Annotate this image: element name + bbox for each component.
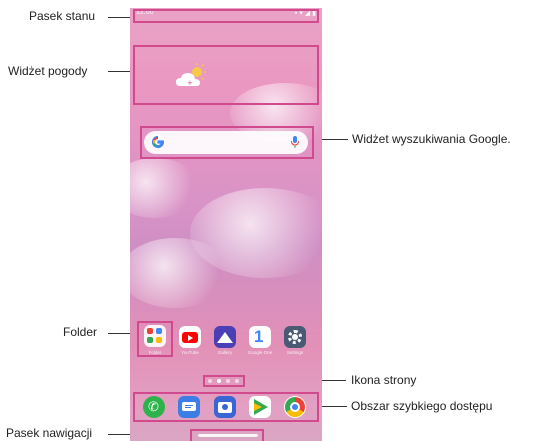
- wallpaper-cloud: [130, 158, 200, 218]
- status-bar-label: Pasek stanu: [29, 9, 96, 23]
- google-search-widget-label: Widżet wyszukiwania Google.: [352, 132, 511, 146]
- status-bar-highlight: [133, 9, 319, 23]
- navigation-bar-label: Pasek nawigacji: [6, 426, 93, 440]
- page-indicator[interactable]: [208, 379, 242, 383]
- page-dot[interactable]: [208, 379, 212, 383]
- messages-icon[interactable]: [178, 396, 200, 418]
- quick-access-area-leader: [320, 406, 347, 407]
- gallery-icon[interactable]: [214, 326, 236, 348]
- page-dot[interactable]: [235, 379, 239, 383]
- weather-widget[interactable]: [133, 45, 319, 105]
- quick-access-area-label: Obszar szybkiego dostępu: [351, 399, 493, 413]
- google-one-icon[interactable]: 1: [249, 326, 271, 348]
- camera-icon[interactable]: [214, 396, 236, 418]
- phone-icon[interactable]: ✆: [143, 396, 165, 418]
- page-dot[interactable]: [226, 379, 230, 383]
- folder-label: Folder: [63, 325, 98, 339]
- google-search-bar[interactable]: [144, 131, 308, 154]
- phone-home-screen: 12:00 ▪ ▾ ◢ ▮ + Folder YouTube Gallery 1…: [130, 8, 322, 441]
- weather-widget-label: Widżet pogody: [8, 64, 88, 78]
- folder-icon[interactable]: [144, 325, 166, 347]
- app-label-google-one: Google One: [247, 350, 273, 355]
- google-search-widget-leader: [318, 139, 348, 140]
- app-label-settings: Settings: [286, 350, 304, 355]
- weather-widget-leader: [108, 71, 132, 72]
- app-label-gallery: Gallery: [217, 350, 233, 355]
- youtube-icon[interactable]: [179, 326, 201, 348]
- wallpaper-cloud: [130, 238, 230, 308]
- page-dot-active[interactable]: [217, 379, 221, 383]
- chrome-icon[interactable]: [284, 396, 306, 418]
- settings-icon[interactable]: [284, 326, 306, 348]
- microphone-icon[interactable]: [290, 135, 300, 149]
- google-logo-icon: [151, 135, 165, 149]
- app-label-folder: Folder: [148, 350, 162, 355]
- app-label-youtube: YouTube: [181, 350, 199, 355]
- svg-text:+: +: [187, 79, 193, 87]
- weather-cloud-sun-icon: +: [176, 63, 206, 87]
- page-icon-label: Ikona strony: [351, 373, 417, 387]
- play-store-icon[interactable]: [249, 396, 271, 418]
- navigation-home-gesture[interactable]: [198, 434, 258, 437]
